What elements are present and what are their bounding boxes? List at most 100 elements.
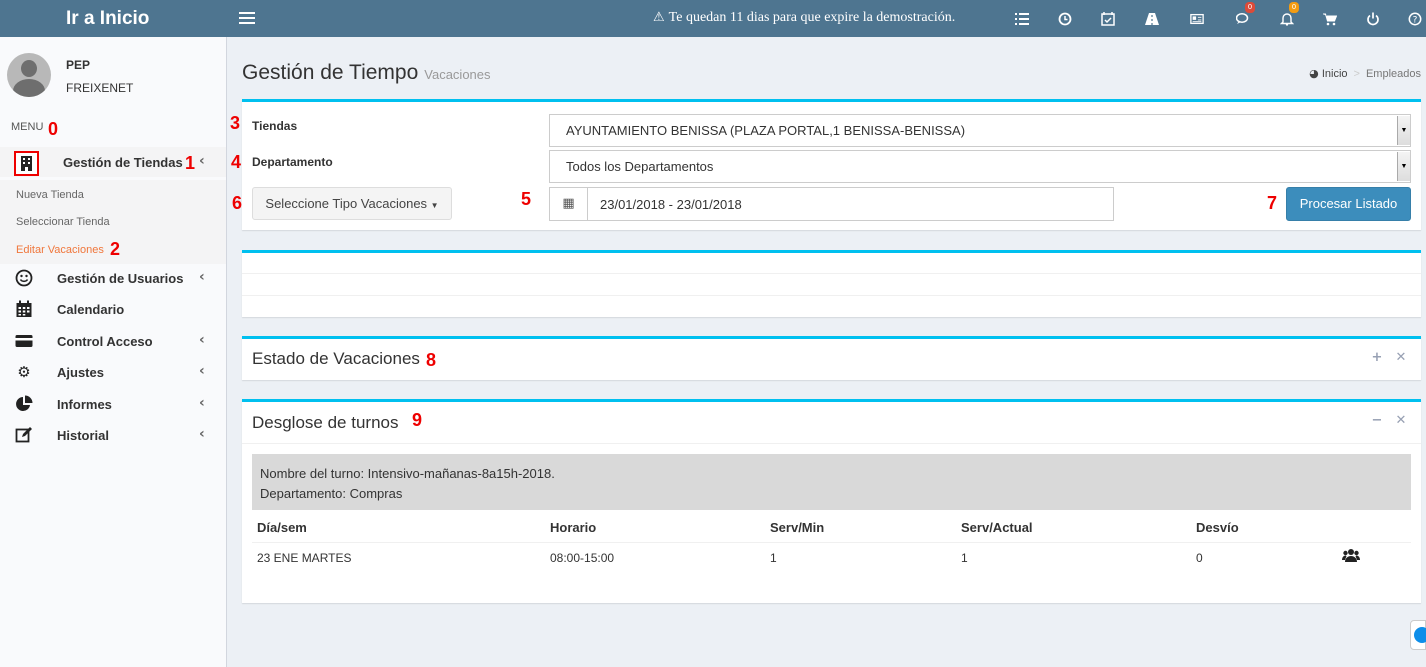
estado-vacaciones-box: Estado de Vacaciones + ✕	[242, 336, 1421, 380]
cart-icon[interactable]	[1321, 10, 1339, 28]
column-header: Horario	[550, 520, 597, 535]
dropdown-arrow-icon: ▼	[1397, 152, 1410, 181]
chevron-left-icon: ‹	[199, 363, 205, 379]
page-title: Gestión de Tiempo Vacaciones	[242, 61, 491, 85]
table-cell: 23 ENE MARTES	[257, 551, 352, 565]
column-header: Día/sem	[257, 520, 307, 535]
turno-name: Nombre del turno: Intensivo-mañanas-8a15…	[260, 466, 555, 481]
departamento-select[interactable]: Todos los Departamentos ▼	[549, 150, 1411, 183]
page-title-text: Gestión de Tiempo	[242, 61, 419, 84]
sidebar-item-label: Historial	[57, 428, 110, 443]
comments-icon[interactable]: 0	[1234, 2, 1255, 28]
column-header: Desvío	[1196, 520, 1239, 535]
table-cell: 0	[1196, 551, 1203, 565]
close-icon[interactable]: ✕	[1395, 414, 1407, 428]
chevron-left-icon: ‹	[199, 332, 205, 348]
menu-header: MENU	[11, 121, 44, 133]
demo-warning-text: Te quedan 11 dias para que expire la dem…	[668, 10, 956, 25]
departamento-label: Departamento	[252, 155, 333, 169]
annotation-9: 9	[412, 410, 423, 430]
breadcrumb-current: Empleados	[1365, 68, 1421, 80]
sidebar-item-informes[interactable]: Informes ‹	[0, 389, 226, 419]
sidebar-item-control-acceso[interactable]: Control Acceso ‹	[0, 326, 226, 356]
logo-home-link[interactable]: Ir a Inicio	[0, 0, 227, 37]
sidebar-item-ajustes[interactable]: ⚙ Ajustes ‹	[0, 357, 226, 387]
chevron-left-icon: ‹	[199, 153, 205, 169]
breadcrumb-home[interactable]: Inicio	[1322, 68, 1348, 80]
calendar-icon	[14, 300, 34, 318]
clock-icon[interactable]	[1056, 10, 1074, 28]
sidebar-item-label: Informes	[57, 397, 112, 412]
sidebar-item-gestion-usuarios[interactable]: Gestión de Usuarios ‹	[0, 263, 226, 293]
newspaper-icon[interactable]	[1188, 10, 1206, 28]
edit-icon	[14, 426, 34, 444]
tipo-vacaciones-button[interactable]: Seleccione Tipo Vacaciones ▼	[252, 187, 452, 220]
procesar-listado-button[interactable]: Procesar Listado	[1286, 187, 1411, 221]
annotation-4: 4	[231, 152, 242, 172]
sidebar-item-label: Gestión de Tiendas	[63, 155, 183, 170]
date-range-value: 23/01/2018 - 23/01/2018	[600, 197, 742, 212]
bell-badge: 0	[1289, 2, 1299, 13]
subitem-nueva-tienda[interactable]: Nueva Tienda	[16, 189, 84, 201]
turno-departamento: Departamento: Compras	[260, 486, 403, 501]
warning-icon: ⚠	[653, 10, 665, 25]
sidebar-item-label: Ajustes	[57, 365, 104, 380]
annotation-7: 7	[1267, 193, 1278, 213]
page-subtitle: Vacaciones	[424, 67, 491, 82]
bell-icon[interactable]: 0	[1278, 2, 1299, 28]
power-icon[interactable]	[1364, 10, 1382, 28]
departamento-select-value: Todos los Departamentos	[566, 159, 714, 174]
demo-warning: ⚠ Te quedan 11 dias para que expire la de…	[653, 10, 955, 26]
user-first-name: PEP	[66, 58, 91, 72]
tiendas-label: Tiendas	[252, 119, 298, 133]
date-range-input[interactable]: ▦ 23/01/2018 - 23/01/2018	[549, 187, 1114, 221]
tienda-select-value: AYUNTAMIENTO BENISSA (PLAZA PORTAL,1 BEN…	[566, 123, 966, 138]
top-navbar: Ir a Inicio ⚠ Te quedan 11 dias para que …	[0, 0, 1426, 37]
close-icon[interactable]: ✕	[1395, 351, 1407, 365]
building-icon	[14, 151, 39, 176]
teamviewer-icon[interactable]	[1410, 620, 1426, 650]
column-header: Serv/Min	[770, 520, 825, 535]
tienda-select[interactable]: AYUNTAMIENTO BENISSA (PLAZA PORTAL,1 BEN…	[549, 114, 1411, 147]
dropdown-arrow-icon: ▼	[1397, 116, 1410, 145]
sidebar-toggle-icon[interactable]	[239, 9, 255, 29]
table-cell: 08:00-15:00	[550, 551, 615, 565]
annotation-8: 8	[426, 350, 437, 370]
breadcrumb: ◕ Inicio > Empleados	[1309, 67, 1421, 80]
sidebar: PEP FREIXENET MENU 0 Gestión de Tiendas …	[0, 37, 227, 667]
list-icon[interactable]	[1013, 10, 1031, 28]
help-icon[interactable]: ?	[1406, 10, 1424, 28]
annotation-1: 1	[185, 153, 196, 173]
annotation-3: 3	[230, 113, 241, 133]
annotation-5: 5	[521, 189, 532, 209]
chevron-left-icon: ‹	[199, 395, 205, 411]
sidebar-item-calendario[interactable]: Calendario	[0, 294, 226, 324]
subitem-editar-vacaciones[interactable]: Editar Vacaciones	[16, 244, 104, 256]
collapse-minus-icon[interactable]: −	[1371, 414, 1383, 428]
sidebar-item-label: Control Acceso	[57, 334, 153, 349]
table-row-divider	[242, 295, 1421, 296]
subitem-seleccionar-tienda[interactable]: Seleccionar Tienda	[16, 216, 110, 228]
annotation-6: 6	[232, 193, 243, 213]
results-box	[242, 250, 1421, 317]
road-icon[interactable]	[1143, 10, 1161, 28]
box-header-divider	[242, 443, 1421, 444]
user-last-name: FREIXENET	[66, 81, 134, 95]
pie-chart-icon	[14, 395, 34, 413]
sidebar-item-historial[interactable]: Historial ‹	[0, 420, 226, 450]
filter-box: Tiendas AYUNTAMIENTO BENISSA (PLAZA PORT…	[242, 99, 1421, 230]
column-header: Serv/Actual	[961, 520, 1033, 535]
caret-down-icon: ▼	[430, 201, 439, 210]
calendar-check-icon[interactable]	[1099, 10, 1117, 28]
users-group-icon[interactable]	[1342, 548, 1360, 562]
turno-info: Nombre del turno: Intensivo-mañanas-8a15…	[252, 454, 1411, 510]
annotation-0: 0	[48, 119, 59, 139]
table-cell: 1	[961, 551, 968, 565]
comments-badge: 0	[1245, 2, 1255, 13]
sidebar-item-label: Calendario	[57, 302, 125, 317]
calendar-icon: ▦	[550, 188, 588, 220]
desglose-turnos-title: Desglose de turnos	[252, 413, 399, 432]
main-content: Gestión de Tiempo Vacaciones ◕ Inicio > Emp…	[228, 37, 1426, 667]
table-header-divider	[252, 542, 1411, 543]
expand-plus-icon[interactable]: +	[1371, 351, 1383, 365]
